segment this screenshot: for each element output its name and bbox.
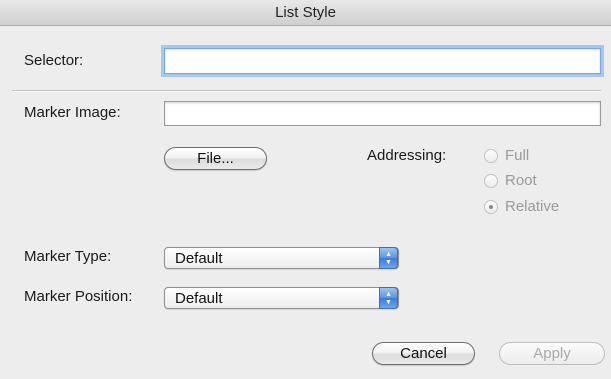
addressing-label: Addressing: — [367, 147, 447, 164]
radio-full-label: Full — [505, 147, 530, 164]
marker-type-select[interactable]: Default ▲ ▼ — [164, 247, 399, 269]
window-title: List Style — [275, 4, 336, 21]
apply-button[interactable]: Apply — [499, 342, 605, 365]
title-bar: List Style — [0, 0, 611, 26]
file-button[interactable]: File... — [164, 147, 267, 170]
radio-root-label: Root — [505, 172, 537, 189]
radio-relative-label: Relative — [505, 198, 560, 215]
radio-dot-icon — [489, 205, 493, 209]
radio-button[interactable] — [484, 200, 498, 214]
marker-position-value: Default — [175, 290, 223, 307]
radio-button[interactable] — [484, 174, 498, 188]
separator — [12, 90, 601, 92]
marker-image-label: Marker Image: — [24, 104, 121, 121]
radio-button[interactable] — [484, 149, 498, 163]
marker-position-select[interactable]: Default ▲ ▼ — [164, 287, 399, 309]
up-down-arrows-icon: ▲ ▼ — [379, 247, 398, 269]
marker-type-value: Default — [175, 250, 223, 267]
cancel-button[interactable]: Cancel — [372, 342, 475, 365]
up-down-arrows-icon: ▲ ▼ — [379, 287, 398, 309]
selector-label: Selector: — [24, 52, 84, 69]
marker-image-input[interactable] — [164, 101, 601, 126]
selector-input[interactable] — [164, 48, 601, 74]
marker-type-label: Marker Type: — [24, 248, 112, 265]
marker-position-label: Marker Position: — [24, 288, 133, 305]
